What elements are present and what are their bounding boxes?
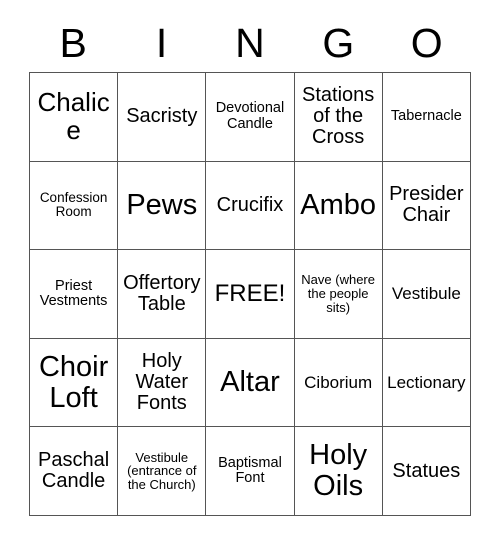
bingo-header-letter-i: I [155,20,168,66]
bingo-cell[interactable]: Statues [382,427,471,516]
bingo-cell-label: Holy Oils [309,439,368,503]
bingo-cell-label: FREE! [214,280,286,308]
bingo-header-row: B I N G O [29,14,471,72]
bingo-cell[interactable]: Ambo [294,161,383,251]
bingo-header-letter-b: B [59,20,87,66]
bingo-cell-label: Paschal Candle [38,448,110,493]
bingo-row: Chalice Sacristy Devotional Candle Stati… [30,73,471,162]
bingo-cell[interactable]: Lectionary [382,338,471,428]
bingo-cell-label: Choir Loft [38,350,109,414]
bingo-header-letter-g: G [322,20,355,66]
bingo-cell[interactable]: Holy Oils [294,427,383,516]
bingo-card: B I N G O Chalice Sacristy Devotional Ca… [29,14,471,516]
bingo-cell-label: Offertory Table [123,271,201,315]
bingo-cell-label: Statues [392,459,461,482]
bingo-cell-label: Pews [126,189,198,222]
bingo-row: Confession Room Pews Crucifix Ambo Presi… [30,161,471,251]
bingo-cell-label: Ambo [300,189,377,222]
bingo-cell-label: Nave (where the people sits) [301,272,375,315]
bingo-cell[interactable]: Stations of the Cross [294,73,383,162]
bingo-cell[interactable]: Altar [206,338,295,428]
bingo-cell-label: Confession Room [39,190,108,220]
bingo-cell-label: Stations of the Cross [302,84,375,149]
bingo-cell[interactable]: Vestibule (entrance of the Church) [118,427,207,516]
bingo-cell-label: Crucifix [216,193,284,216]
bingo-cell[interactable]: Nave (where the people sits) [294,250,383,339]
bingo-cell-label: Sacristy [126,105,198,128]
bingo-cell[interactable]: Paschal Candle [30,427,119,516]
bingo-cell-label: Holy Water Fonts [135,349,189,415]
bingo-cell[interactable]: Holy Water Fonts [118,338,207,428]
bingo-row: Paschal Candle Vestibule (entrance of th… [30,427,471,516]
bingo-cell[interactable]: Devotional Candle [206,73,295,162]
bingo-cell-label: Ciborium [304,372,373,392]
bingo-cell-label: Chalice [37,87,110,145]
bingo-cell-label: Devotional Candle [215,100,285,132]
bingo-cell-label: Vestibule [391,283,461,303]
bingo-cell-label: Vestibule (entrance of the Church) [127,449,197,493]
bingo-cell[interactable]: Presider Chair [382,161,471,251]
bingo-grid: Chalice Sacristy Devotional Candle Stati… [29,72,471,516]
bingo-cell-label: Tabernacle [390,108,462,125]
bingo-cell[interactable]: Chalice [30,73,119,162]
bingo-cell[interactable]: Confession Room [30,161,119,251]
bingo-cell-label: Altar [220,366,280,399]
bingo-cell[interactable]: Crucifix [206,161,295,251]
bingo-header-letter-o: O [410,20,443,66]
bingo-cell-label: Baptismal Font [218,454,282,487]
bingo-cell[interactable]: Choir Loft [30,338,119,428]
bingo-cell[interactable]: Ciborium [294,338,383,428]
bingo-cell[interactable]: Offertory Table [118,250,207,339]
bingo-row: Choir Loft Holy Water Fonts Altar Cibori… [30,338,471,428]
bingo-cell[interactable]: Vestibule [382,250,471,339]
bingo-free-cell[interactable]: FREE! [206,250,295,339]
bingo-cell-label: Lectionary [387,372,466,392]
bingo-cell-label: Priest Vestments [39,277,108,309]
bingo-cell[interactable]: Tabernacle [382,73,471,162]
bingo-header-letter-n: N [235,20,265,66]
bingo-cell-label: Presider Chair [389,183,464,227]
bingo-cell[interactable]: Baptismal Font [206,427,295,516]
bingo-cell[interactable]: Pews [118,161,207,251]
bingo-cell[interactable]: Sacristy [118,73,207,162]
bingo-row: Priest Vestments Offertory Table FREE! N… [30,250,471,339]
bingo-cell[interactable]: Priest Vestments [30,250,119,339]
